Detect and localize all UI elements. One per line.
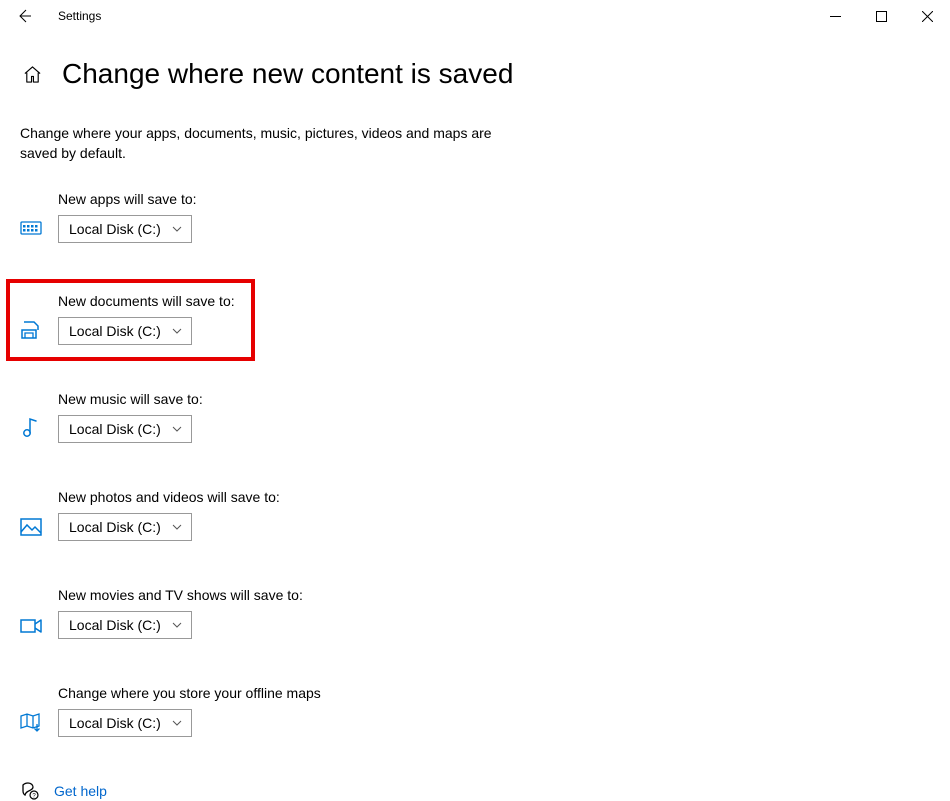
dropdown-music[interactable]: Local Disk (C:) <box>58 415 192 443</box>
highlight-documents: New documents will save to: Local Disk (… <box>6 279 255 361</box>
home-icon[interactable] <box>20 65 44 84</box>
setting-row-movies: New movies and TV shows will save to: Lo… <box>20 585 930 643</box>
setting-label-apps: New apps will save to: <box>58 191 197 207</box>
dropdown-maps-value: Local Disk (C:) <box>69 715 161 731</box>
setting-label-photos: New photos and videos will save to: <box>58 489 280 505</box>
dropdown-photos[interactable]: Local Disk (C:) <box>58 513 192 541</box>
page-header: Change where new content is saved <box>20 58 930 90</box>
window-controls <box>812 0 950 32</box>
chevron-down-icon <box>171 521 183 533</box>
setting-row-documents: New documents will save to: Local Disk (… <box>20 293 241 345</box>
dropdown-maps[interactable]: Local Disk (C:) <box>58 709 192 737</box>
page-title: Change where new content is saved <box>62 58 513 90</box>
dropdown-apps-value: Local Disk (C:) <box>69 221 161 237</box>
window-title: Settings <box>58 9 101 23</box>
music-icon <box>20 416 42 438</box>
maps-icon <box>20 710 42 732</box>
movies-icon <box>20 612 42 634</box>
setting-row-music: New music will save to: Local Disk (C:) <box>20 389 930 447</box>
close-button[interactable] <box>904 0 950 32</box>
chevron-down-icon <box>171 325 183 337</box>
dropdown-documents-value: Local Disk (C:) <box>69 323 161 339</box>
setting-row-apps: New apps will save to: Local Disk (C:) <box>20 189 930 247</box>
documents-icon <box>20 318 42 340</box>
back-button[interactable] <box>14 8 34 24</box>
setting-label-music: New music will save to: <box>58 391 203 407</box>
content-area: Change where new content is saved Change… <box>0 32 950 801</box>
setting-row-photos: New photos and videos will save to: Loca… <box>20 487 930 545</box>
page-description: Change where your apps, documents, music… <box>20 124 520 163</box>
dropdown-movies[interactable]: Local Disk (C:) <box>58 611 192 639</box>
dropdown-apps[interactable]: Local Disk (C:) <box>58 215 192 243</box>
setting-label-maps: Change where you store your offline maps <box>58 685 321 701</box>
chevron-down-icon <box>171 423 183 435</box>
setting-label-movies: New movies and TV shows will save to: <box>58 587 303 603</box>
photos-icon <box>20 514 42 536</box>
dropdown-documents[interactable]: Local Disk (C:) <box>58 317 192 345</box>
dropdown-music-value: Local Disk (C:) <box>69 421 161 437</box>
minimize-button[interactable] <box>812 0 858 32</box>
chevron-down-icon <box>171 223 183 235</box>
setting-label-documents: New documents will save to: <box>58 293 235 309</box>
help-row: ? Get help <box>20 781 930 801</box>
chevron-down-icon <box>171 717 183 729</box>
setting-row-maps: Change where you store your offline maps… <box>20 683 930 741</box>
help-icon: ? <box>20 781 40 801</box>
chevron-down-icon <box>171 619 183 631</box>
title-bar: Settings <box>0 0 950 32</box>
apps-icon <box>20 216 42 238</box>
dropdown-photos-value: Local Disk (C:) <box>69 519 161 535</box>
maximize-button[interactable] <box>858 0 904 32</box>
dropdown-movies-value: Local Disk (C:) <box>69 617 161 633</box>
